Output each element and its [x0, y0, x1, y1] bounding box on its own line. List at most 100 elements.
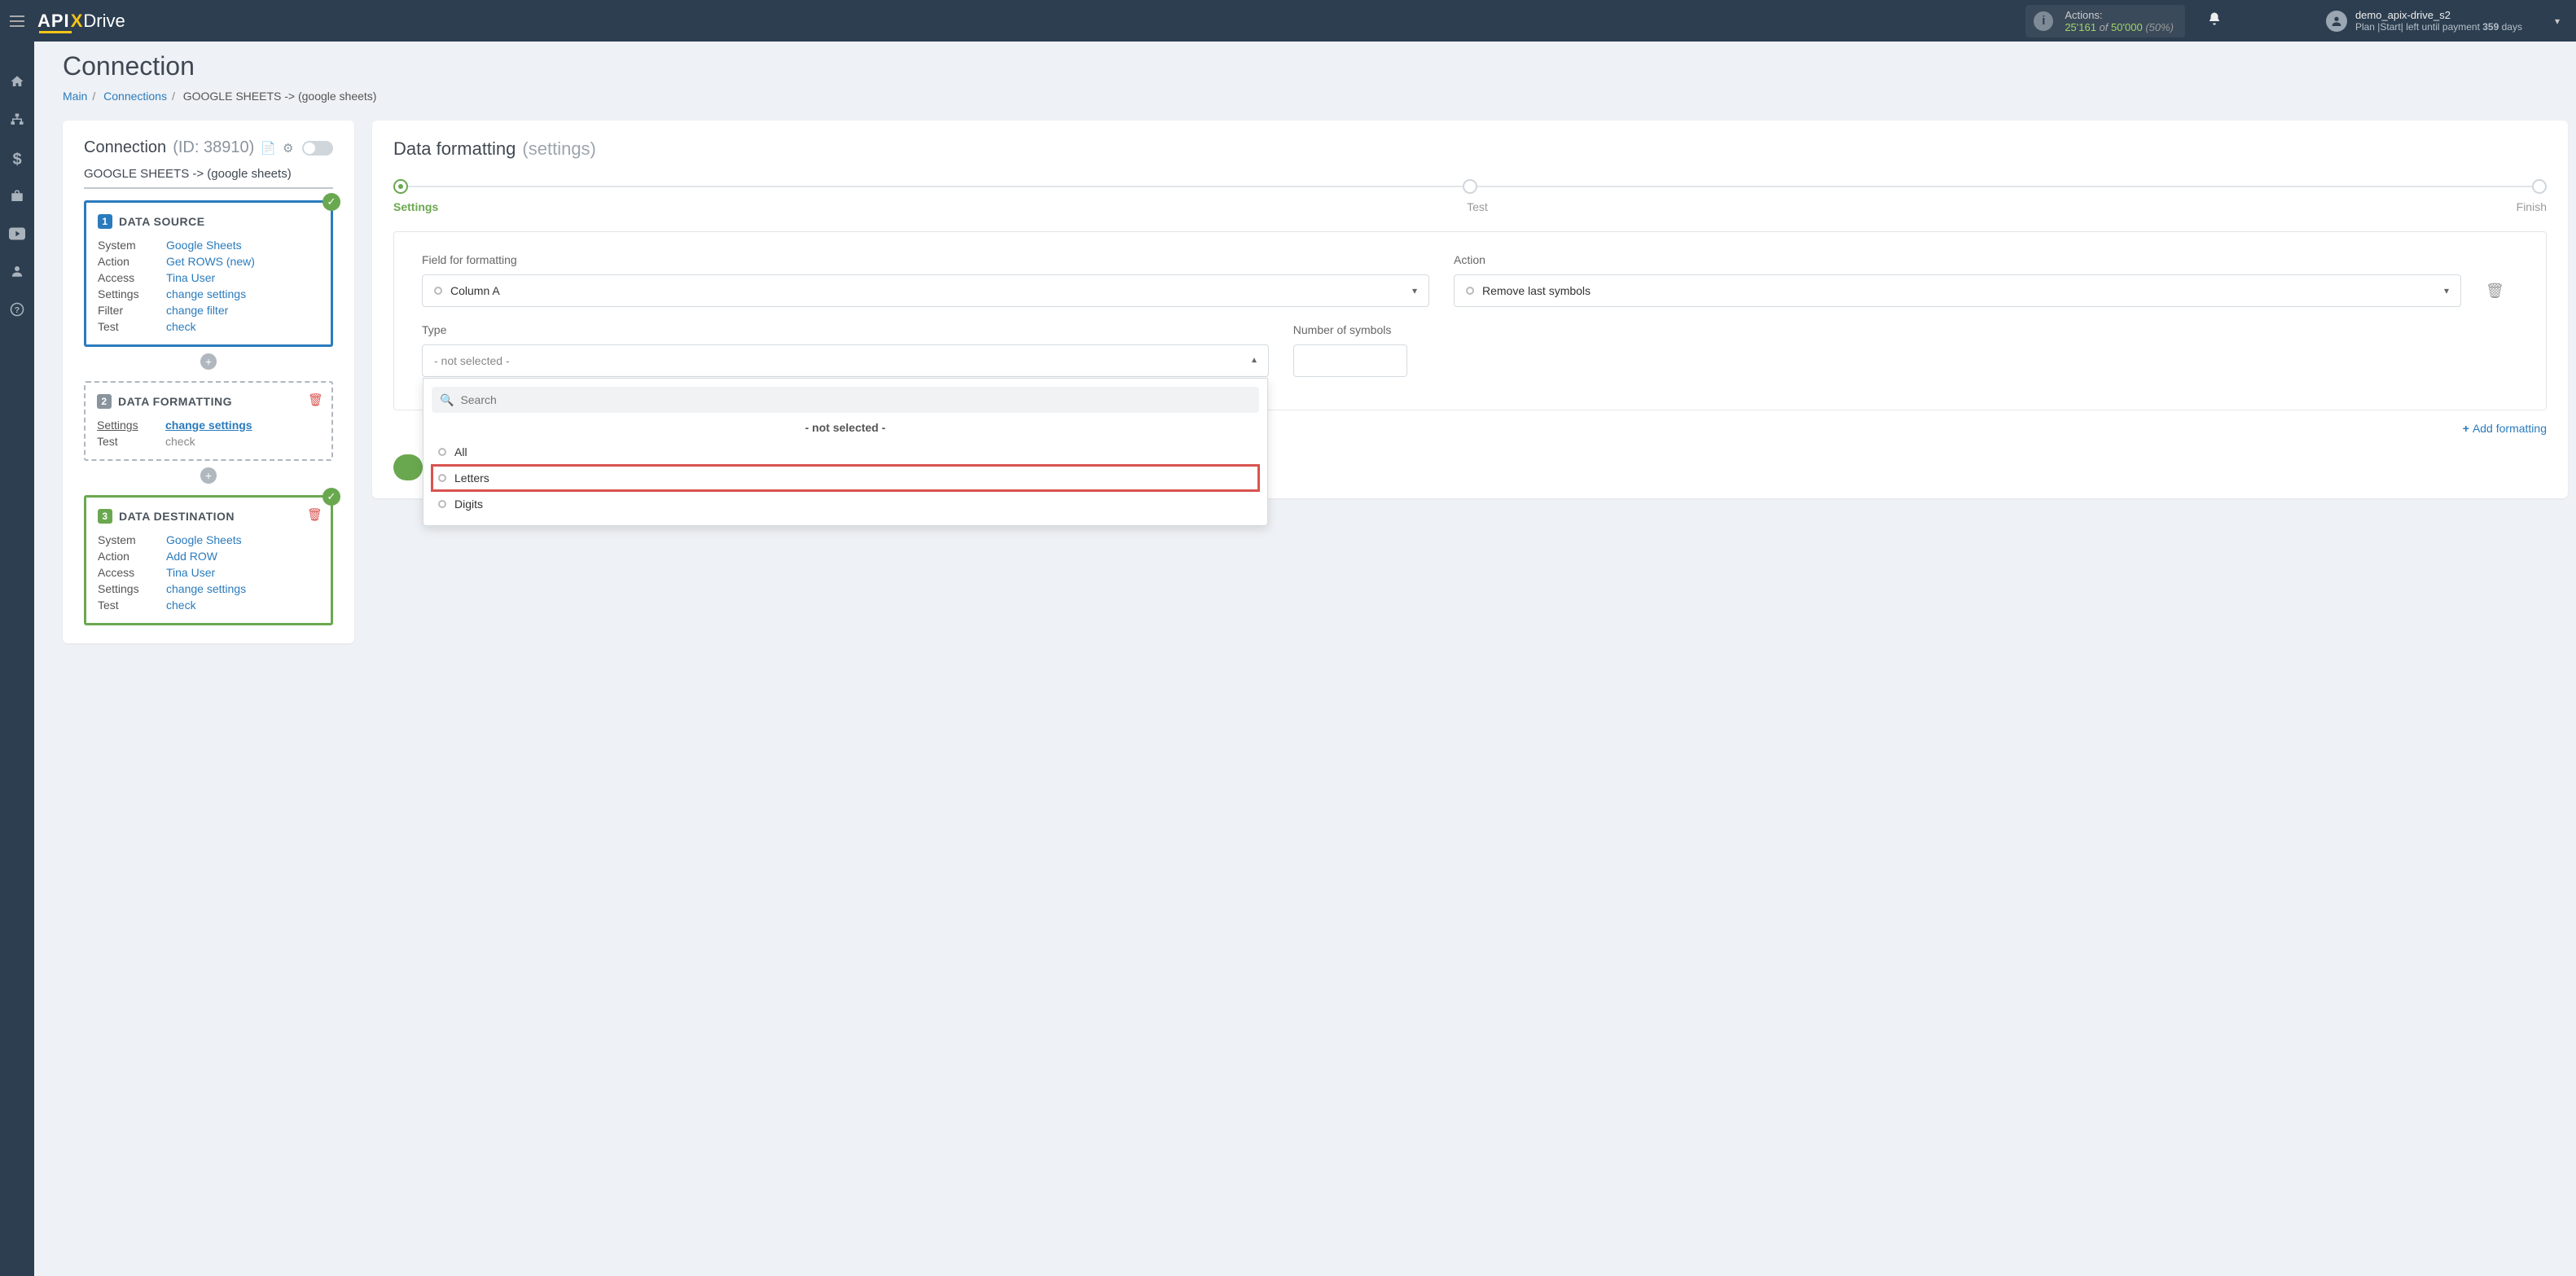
- logo-api: API: [37, 11, 70, 32]
- kv-value[interactable]: Google Sheets: [166, 239, 242, 252]
- chevron-up-icon: ▾: [1252, 355, 1257, 366]
- user-icon[interactable]: [10, 264, 24, 283]
- kv-key: Access: [98, 271, 166, 284]
- info-icon: i: [2034, 11, 2053, 31]
- svg-text:?: ?: [15, 305, 20, 315]
- logo-drive: Drive: [83, 11, 125, 32]
- delete-rule-icon[interactable]: 🗑: [2486, 283, 2518, 300]
- search-icon: 🔍: [440, 393, 454, 407]
- user-name: demo_apix-drive_s2: [2355, 9, 2522, 21]
- add-block-button-2[interactable]: +: [200, 467, 217, 484]
- user-menu[interactable]: demo_apix-drive_s2 Plan |Start| left unt…: [2326, 9, 2560, 33]
- connection-id: (ID: 38910): [173, 138, 254, 157]
- kv-key: Settings: [97, 419, 165, 432]
- kv-key: System: [98, 239, 166, 252]
- briefcase-icon[interactable]: [10, 189, 24, 208]
- kv-value[interactable]: change settings: [166, 582, 246, 595]
- chevron-down-icon: ▾: [2555, 15, 2560, 27]
- type-option-all[interactable]: All: [432, 439, 1259, 465]
- sitemap-icon[interactable]: [10, 112, 24, 131]
- dropdown-header: - not selected -: [432, 413, 1259, 439]
- connection-card: Connection (ID: 38910) 📄 ⚙ GOOGLE SHEETS…: [63, 121, 354, 643]
- kv-value[interactable]: Google Sheets: [166, 533, 242, 546]
- logo[interactable]: APIXDrive: [37, 11, 125, 32]
- kv-key: Settings: [98, 582, 166, 595]
- type-option-digits[interactable]: Digits: [432, 491, 1259, 517]
- avatar-icon: [2326, 11, 2347, 32]
- page-title: Connection: [63, 51, 2568, 81]
- field-label: Field for formatting: [422, 253, 1429, 266]
- kv-value[interactable]: check: [166, 599, 196, 612]
- kv-key: Action: [98, 255, 166, 268]
- actions-counter[interactable]: i Actions: 25'161 of 50'000 (50%): [2025, 5, 2185, 37]
- copy-icon[interactable]: 📄: [261, 141, 276, 156]
- kv-value[interactable]: Tina User: [166, 566, 215, 579]
- add-block-button[interactable]: +: [200, 353, 217, 370]
- kv-key: System: [98, 533, 166, 546]
- step-settings[interactable]: [393, 179, 408, 194]
- actions-label: Actions:: [2065, 9, 2174, 21]
- kv-key: Test: [98, 320, 166, 333]
- home-icon[interactable]: [10, 74, 24, 93]
- step-label-settings: Settings: [393, 200, 438, 213]
- question-icon[interactable]: ?: [10, 302, 24, 321]
- kv-value[interactable]: change settings: [166, 287, 246, 300]
- notifications-icon[interactable]: [2207, 11, 2222, 30]
- kv-value[interactable]: Add ROW: [166, 550, 217, 563]
- connection-subtitle: GOOGLE SHEETS -> (google sheets): [84, 167, 333, 189]
- breadcrumb-connections[interactable]: Connections: [103, 90, 167, 103]
- type-dropdown: 🔍 - not selected - AllLettersDigits: [423, 378, 1268, 526]
- kv-key: Test: [97, 435, 165, 448]
- action-select[interactable]: Remove last symbols▾: [1454, 274, 2461, 307]
- step-label-finish: Finish: [2517, 200, 2547, 213]
- dropdown-search[interactable]: 🔍: [432, 387, 1259, 413]
- breadcrumb-current: GOOGLE SHEETS -> (google sheets): [183, 90, 377, 103]
- kv-key: Test: [98, 599, 166, 612]
- breadcrumb: Main/ Connections/ GOOGLE SHEETS -> (goo…: [63, 90, 2568, 103]
- type-label: Type: [422, 323, 1269, 336]
- panel-subtitle: (settings): [522, 138, 595, 160]
- connection-title: Connection: [84, 138, 166, 157]
- kv-key: Settings: [98, 287, 166, 300]
- actions-value: 25'161 of 50'000 (50%): [2065, 21, 2174, 33]
- action-label: Action: [1454, 253, 2461, 266]
- kv-value[interactable]: Tina User: [166, 271, 215, 284]
- kv-value[interactable]: check: [165, 435, 195, 448]
- enable-toggle[interactable]: [302, 141, 333, 156]
- numsym-input[interactable]: [1293, 344, 1407, 377]
- chevron-down-icon: ▾: [2444, 285, 2449, 296]
- kv-key: Filter: [98, 304, 166, 317]
- kv-value[interactable]: change filter: [166, 304, 228, 317]
- data-source-block[interactable]: ✓ 1DATA SOURCE SystemGoogle SheetsAction…: [84, 200, 333, 347]
- data-destination-block[interactable]: ✓ 🗑 3DATA DESTINATION SystemGoogle Sheet…: [84, 495, 333, 625]
- field-select[interactable]: Column A▾: [422, 274, 1429, 307]
- chevron-down-icon: ▾: [1412, 285, 1417, 296]
- kv-key: Access: [98, 566, 166, 579]
- step-label-test: Test: [1467, 200, 1488, 213]
- dollar-icon[interactable]: $: [12, 151, 21, 169]
- kv-value[interactable]: Get ROWS (new): [166, 255, 255, 268]
- continue-button[interactable]: [393, 454, 423, 480]
- gear-icon[interactable]: ⚙: [283, 141, 293, 156]
- type-option-letters[interactable]: Letters: [432, 465, 1259, 491]
- type-select[interactable]: - not selected -▾ 🔍 - not selected - All…: [422, 344, 1269, 377]
- youtube-icon[interactable]: [9, 227, 25, 244]
- breadcrumb-main[interactable]: Main: [63, 90, 87, 103]
- sidebar: $ ?: [0, 42, 34, 1276]
- logo-x: X: [71, 11, 83, 32]
- topbar: APIXDrive i Actions: 25'161 of 50'000 (5…: [0, 0, 2576, 42]
- kv-value[interactable]: change settings: [165, 419, 252, 432]
- trash-icon[interactable]: 🗑: [308, 392, 323, 407]
- user-plan: Plan |Start| left until payment 359 days: [2355, 21, 2522, 33]
- stepper: [393, 179, 2547, 194]
- menu-toggle[interactable]: [7, 9, 28, 33]
- data-formatting-block[interactable]: 🗑 2DATA FORMATTING Settingschange settin…: [84, 381, 333, 461]
- kv-value[interactable]: check: [166, 320, 196, 333]
- trash-icon[interactable]: 🗑: [307, 507, 323, 522]
- search-input[interactable]: [460, 393, 1250, 406]
- panel-title: Data formatting: [393, 138, 516, 160]
- step-finish[interactable]: [2532, 179, 2547, 194]
- formatting-panel: Data formatting (settings) Settings Test…: [372, 121, 2568, 498]
- check-icon: ✓: [323, 193, 340, 211]
- step-test[interactable]: [1463, 179, 1477, 194]
